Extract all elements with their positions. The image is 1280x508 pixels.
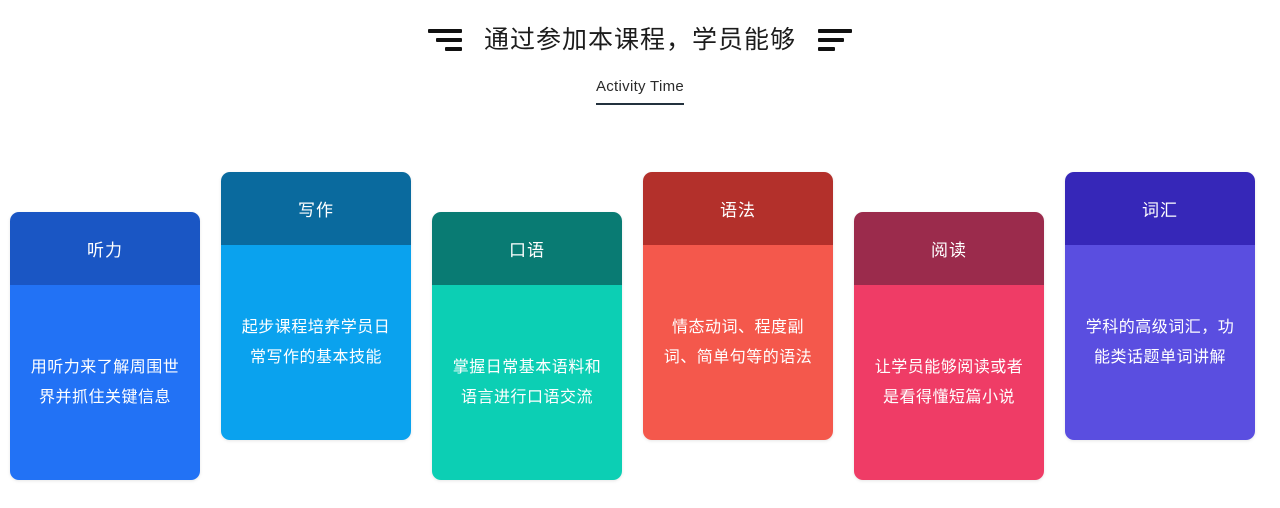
- skill-card[interactable]: 口语掌握日常基本语料和语言进行口语交流: [432, 212, 622, 480]
- skill-card-header: 写作: [221, 172, 411, 245]
- skill-card[interactable]: 听力用听力来了解周围世界并抓住关键信息: [10, 212, 200, 480]
- header-section: 通过参加本课程，学员能够 Activity Time: [0, 0, 1280, 105]
- skill-card-description: 让学员能够阅读或者是看得懂短篇小说: [874, 358, 1024, 406]
- skill-card[interactable]: 语法情态动词、程度副词、简单句等的语法: [643, 172, 833, 440]
- skill-card-header: 词汇: [1065, 172, 1255, 245]
- align-left-bars-icon: [818, 29, 852, 51]
- skill-card-title: 词汇: [1142, 201, 1178, 220]
- title-row: 通过参加本课程，学员能够: [0, 18, 1280, 62]
- skill-card-title: 阅读: [931, 241, 967, 260]
- page-title: 通过参加本课程，学员能够: [483, 25, 796, 54]
- skill-card-body: 学科的高级词汇，功能类话题单词讲解: [1065, 245, 1255, 440]
- skill-card-header: 听力: [10, 212, 200, 285]
- skill-card[interactable]: 词汇学科的高级词汇，功能类话题单词讲解: [1065, 172, 1255, 440]
- skill-card-description: 起步课程培养学员日常写作的基本技能: [241, 318, 391, 366]
- skill-card-description: 情态动词、程度副词、简单句等的语法: [663, 318, 813, 366]
- skill-card-title: 写作: [298, 201, 334, 220]
- skill-card-description: 掌握日常基本语料和语言进行口语交流: [452, 358, 602, 406]
- skill-card-header: 口语: [432, 212, 622, 285]
- skill-card-body: 让学员能够阅读或者是看得懂短篇小说: [854, 285, 1044, 480]
- skill-card-title: 语法: [720, 201, 756, 220]
- skill-card-title: 听力: [87, 241, 123, 260]
- skill-card-body: 用听力来了解周围世界并抓住关键信息: [10, 285, 200, 480]
- skill-card-body: 情态动词、程度副词、简单句等的语法: [643, 245, 833, 440]
- align-right-bars-icon: [427, 29, 462, 51]
- subtitle-label: Activity Time: [595, 79, 685, 105]
- skill-card-description: 用听力来了解周围世界并抓住关键信息: [30, 358, 180, 406]
- skill-card[interactable]: 阅读让学员能够阅读或者是看得懂短篇小说: [854, 212, 1044, 480]
- skill-card-body: 掌握日常基本语料和语言进行口语交流: [432, 285, 622, 480]
- subtitle-wrap: Activity Time: [0, 78, 1280, 105]
- skill-card-body: 起步课程培养学员日常写作的基本技能: [221, 245, 411, 440]
- skill-cards-container: 听力 用听力来了解周围世界并抓住关键信息 写作 起步课程培养学员日常写作的基本技能 口语…: [0, 172, 1280, 492]
- skill-card[interactable]: 写作起步课程培养学员日常写作的基本技能: [221, 172, 411, 440]
- skill-card-description: 学科的高级词汇，功能类话题单词讲解: [1085, 318, 1235, 366]
- skill-card-header: 语法: [643, 172, 833, 245]
- skill-card-title: 口语: [509, 241, 545, 260]
- skill-card-header: 阅读: [854, 212, 1044, 285]
